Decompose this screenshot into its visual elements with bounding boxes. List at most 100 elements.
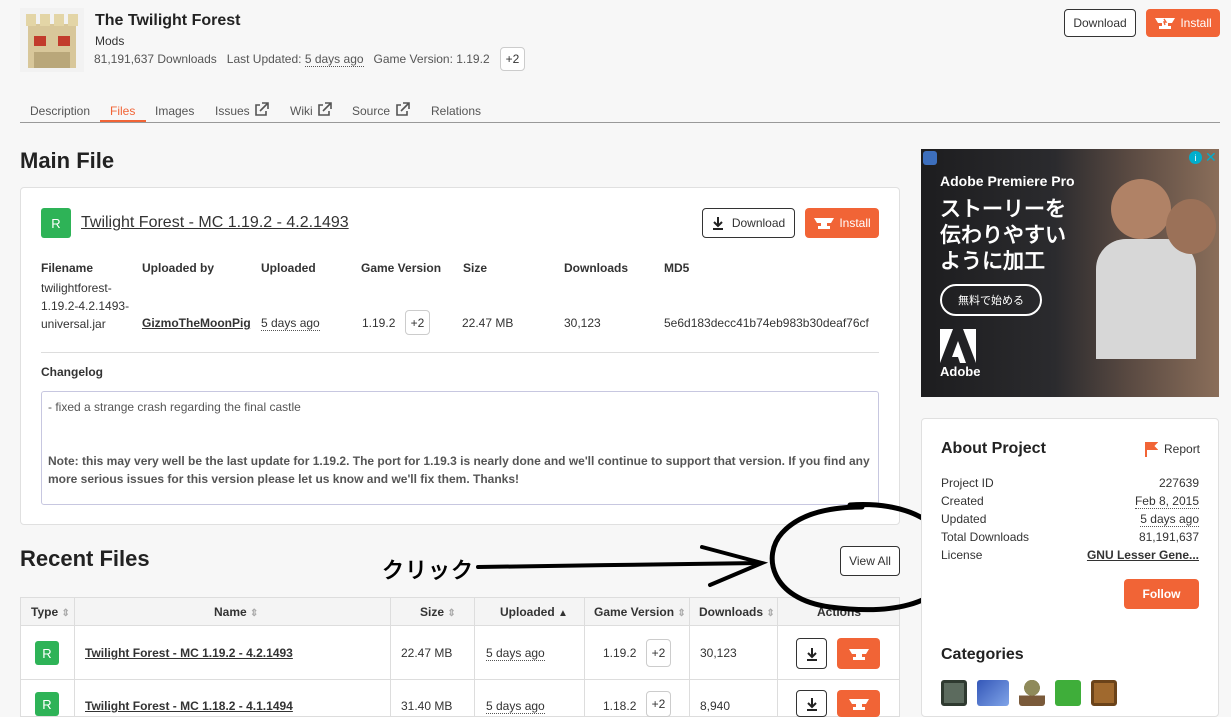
file-extra-versions-button[interactable]: +2 xyxy=(646,639,671,667)
main-file-name-link[interactable]: Twilight Forest - MC 1.19.2 - 4.2.1493 xyxy=(81,214,349,232)
project-category[interactable]: Mods xyxy=(95,34,124,48)
main-file-install-button[interactable]: Install xyxy=(805,208,879,238)
game-version: Game Version: 1.19.2 xyxy=(373,52,490,66)
about-value: 5 days ago xyxy=(1140,512,1199,527)
header-install-button[interactable]: Install xyxy=(1146,9,1220,37)
about-value: Feb 8, 2015 xyxy=(1134,494,1199,509)
file-size: 31.40 MB xyxy=(401,699,453,713)
project-title: The Twilight Forest xyxy=(95,12,241,29)
install-anvil-icon xyxy=(848,698,869,710)
filename-value: twilightforest- 1.19.2-4.2.1493- univers… xyxy=(41,281,130,331)
ad-cta-button[interactable]: 無料で始める xyxy=(940,284,1042,316)
header-size: Size xyxy=(463,261,488,275)
col-name[interactable]: Name ⇕ xyxy=(214,605,258,619)
advertisement[interactable]: Adobe Premiere Pro ストーリーを 伝わりやすい ように加工 無… xyxy=(921,149,1219,397)
changelog-line: - fixed a strange crash regarding the fi… xyxy=(48,400,301,414)
tab-source[interactable]: Source xyxy=(352,104,390,118)
external-link-icon xyxy=(255,102,269,116)
header-uploaded-by: Uploaded by xyxy=(142,261,215,275)
project-meta: 81,191,637 Downloads Last Updated: 5 day… xyxy=(94,52,490,67)
file-install-button[interactable] xyxy=(837,638,880,669)
tab-wiki[interactable]: Wiki xyxy=(290,104,313,118)
report-link[interactable]: Report xyxy=(1144,441,1200,457)
release-badge: R xyxy=(35,692,59,716)
category-icons xyxy=(941,680,1117,706)
file-downloads: 30,123 xyxy=(700,646,737,660)
col-type[interactable]: Type ⇕ xyxy=(31,605,70,619)
category-icon[interactable] xyxy=(977,680,1009,706)
install-anvil-icon xyxy=(1155,18,1176,29)
file-uploaded: 5 days ago xyxy=(486,646,545,661)
about-label: Created xyxy=(941,494,984,508)
sort-icon: ⇕ xyxy=(61,608,70,619)
about-card xyxy=(921,418,1219,717)
header-game-version: Game Version xyxy=(361,261,442,275)
download-icon xyxy=(806,647,817,661)
categories-heading: Categories xyxy=(941,646,1024,663)
ad-close-icon[interactable]: ✕ xyxy=(1205,149,1217,166)
tab-files[interactable]: Files xyxy=(110,104,135,118)
file-uploaded: 5 days ago xyxy=(486,699,545,714)
extra-versions-button[interactable]: +2 xyxy=(500,47,525,71)
download-count: 81,191,637 Downloads xyxy=(94,52,217,66)
file-name-link[interactable]: Twilight Forest - MC 1.18.2 - 4.1.1494 xyxy=(85,699,293,713)
changelog-note: Note: this may very well be the last upd… xyxy=(48,454,870,486)
sort-icon: ⇕ xyxy=(250,608,259,619)
uploaded-value: 5 days ago xyxy=(261,316,320,331)
sort-icon: ⇕ xyxy=(447,608,456,619)
follow-button[interactable]: Follow xyxy=(1124,579,1199,609)
about-heading: About Project xyxy=(941,440,1046,457)
ad-photo-figure xyxy=(1096,239,1196,359)
category-icon[interactable] xyxy=(1019,680,1045,706)
ad-photo-figure xyxy=(1111,179,1171,239)
category-icon[interactable] xyxy=(1055,680,1081,706)
external-link-icon xyxy=(318,102,332,116)
header-uploaded: Uploaded xyxy=(261,261,316,275)
ad-logo-text: Adobe xyxy=(940,364,981,379)
annotation-text: クリック xyxy=(382,558,475,583)
category-icon[interactable] xyxy=(1091,680,1117,706)
tab-divider xyxy=(20,122,1220,123)
main-file-download-label: Download xyxy=(731,216,786,230)
file-downloads: 8,940 xyxy=(700,699,731,713)
release-badge: R xyxy=(41,208,71,238)
release-badge: R xyxy=(35,641,59,665)
main-extra-versions-button[interactable]: +2 xyxy=(405,310,430,335)
file-version: 1.19.2 xyxy=(603,646,637,660)
file-install-button[interactable] xyxy=(837,690,880,717)
size-value: 22.47 MB xyxy=(462,316,514,330)
file-download-button[interactable] xyxy=(796,690,827,717)
col-size[interactable]: Size ⇕ xyxy=(420,605,456,619)
download-icon xyxy=(712,217,723,230)
about-label: Project ID xyxy=(941,476,994,490)
tab-relations[interactable]: Relations xyxy=(431,104,481,118)
annotation-arrow xyxy=(476,502,952,613)
md5-value: 5e6d183decc41b74eb983b30deaf76cf xyxy=(664,316,869,330)
license-link[interactable]: GNU Lesser Gene... xyxy=(1087,548,1199,562)
tab-description[interactable]: Description xyxy=(30,104,90,118)
main-file-heading: Main File xyxy=(20,148,115,173)
about-label: Total Downloads xyxy=(941,530,1030,544)
category-icon[interactable] xyxy=(941,680,967,706)
game-version-value: 1.19.2 xyxy=(362,316,396,330)
file-extra-versions-button[interactable]: +2 xyxy=(646,691,671,717)
changelog-label: Changelog xyxy=(41,365,103,379)
main-file-download-button[interactable]: Download xyxy=(702,208,795,238)
last-updated-value: 5 days ago xyxy=(304,52,364,67)
recent-files-heading: Recent Files xyxy=(20,546,150,571)
flag-icon xyxy=(1145,442,1158,457)
ad-headline: ストーリーを 伝わりやすい ように加工 xyxy=(940,198,1066,273)
file-download-button[interactable] xyxy=(796,638,827,669)
tab-issues[interactable]: Issues xyxy=(215,104,250,118)
file-name-link[interactable]: Twilight Forest - MC 1.19.2 - 4.2.1493 xyxy=(85,646,293,660)
changelog-box: - fixed a strange crash regarding the fi… xyxy=(41,391,879,505)
about-label: License xyxy=(941,548,983,562)
ad-privacy-icon[interactable] xyxy=(923,151,937,165)
ad-photo-figure xyxy=(1166,199,1216,254)
project-logo xyxy=(20,8,84,72)
ad-info-icon[interactable]: i xyxy=(1189,151,1202,164)
tab-images[interactable]: Images xyxy=(155,104,194,118)
file-size: 22.47 MB xyxy=(401,646,453,660)
header-download-button[interactable]: Download xyxy=(1064,9,1136,37)
uploader-link[interactable]: GizmoTheMoonPig xyxy=(142,316,251,330)
